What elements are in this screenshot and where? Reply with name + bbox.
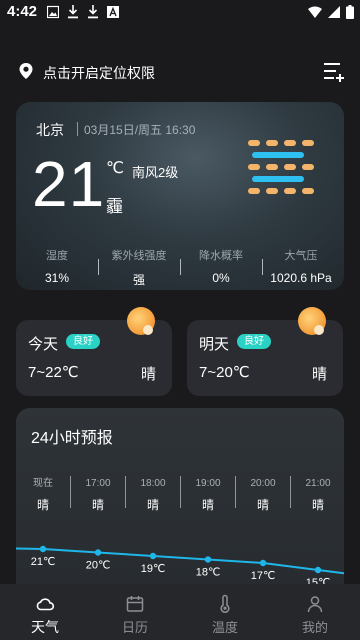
sun-icon [127,307,155,335]
hourly-temperature: 19℃ [141,563,166,575]
stat-precipitation: 降水概率 0% [181,247,261,285]
download-icon [88,5,98,19]
wifi-icon [308,6,322,18]
hourly-condition: 晴 [257,498,269,512]
temperature-point [314,566,322,574]
day-condition: 晴 [140,366,156,383]
weather-stats: 湿度 31% 紫外线强度 强 降水概率 0% 大气压 1020.6 hPa [16,247,344,287]
location-permission-prompt[interactable]: 点击开启定位权限 [43,63,155,83]
temperature-point [94,549,102,556]
temperature-point [149,552,157,560]
sun-icon [298,307,326,335]
nav-weather[interactable]: 天气 [0,584,90,640]
divider [77,122,78,136]
hourly-condition: 晴 [147,498,159,512]
location-row[interactable]: 点击开启定位权限 [18,60,344,84]
nav-label: 天气 [31,619,59,635]
download-icon [68,5,78,19]
temperature-point [259,559,267,567]
air-quality-badge: 良好 [237,334,271,349]
status-time: 4:42 [7,3,38,20]
hourly-condition: 晴 [202,498,214,512]
temperature-range: 7~22℃ [28,364,79,381]
hourly-time: 19:00 [195,478,220,489]
stat-value: 强 [132,273,145,287]
city-name: 北京 [36,122,64,138]
stat-label: 湿度 [46,250,68,262]
hourly-temperature: 17℃ [251,570,276,582]
thermometer-icon [220,594,230,613]
profile-icon [307,596,323,613]
nav-label: 我的 [301,620,328,635]
current-temperature: 21 [32,148,106,220]
air-quality-badge: 良好 [66,334,100,349]
stat-uv: 紫外线强度 强 [99,247,179,288]
temperature-point [204,556,212,563]
stat-humidity: 湿度 31% [17,247,97,285]
update-datetime: 03月15日/周五 16:30 [84,123,196,137]
hourly-time: 现在 [33,477,53,489]
today-forecast-card[interactable]: 今天 良好 7~22℃ 晴 [16,307,172,396]
calendar-icon [126,596,144,612]
battery-icon [346,5,354,19]
hourly-time: 18:00 [140,478,165,489]
day-title: 明天 [199,336,230,353]
hourly-temperature: 21℃ [31,556,56,568]
hourly-time: 21:00 [305,478,330,489]
hourly-time: 20:00 [250,478,275,489]
stat-label: 降水概率 [199,250,243,262]
stat-value: 0% [212,271,230,285]
tomorrow-forecast-card[interactable]: 明天 良好 7~20℃ 晴 [187,307,343,396]
nav-label: 日历 [121,620,148,635]
nav-calendar[interactable]: 日历 [90,584,180,640]
location-pin-icon [19,63,33,79]
temperature-range: 7~20℃ [199,364,250,381]
haze-icon [248,140,314,194]
nav-mine[interactable]: 我的 [270,584,360,640]
day-condition: 晴 [311,366,327,383]
hourly-condition: 晴 [37,498,49,512]
add-city-button[interactable] [322,60,344,82]
hourly-temperature: 20℃ [86,560,111,572]
current-weather-card: 北京 03月15日/周五 16:30 21 ℃ 南风2级 霾 湿度 31% 紫外… [16,102,344,290]
nav-temperature[interactable]: 温度 [180,584,270,640]
stat-value: 31% [44,271,70,285]
status-bar: 4:42 [0,0,360,24]
hourly-time: 17:00 [85,478,110,489]
stat-label: 紫外线强度 [111,250,167,262]
stat-value: 1020.6 hPa [270,271,332,285]
bottom-navigation: 天气 日历 温度 我的 [0,584,360,640]
stat-pressure: 大气压 1020.6 hPa [261,247,341,285]
hourly-condition: 晴 [92,498,104,512]
temperature-curve [16,547,344,575]
temperature-unit: ℃ [106,160,124,177]
cloud-icon [36,598,55,611]
cellular-signal-icon [328,6,340,18]
hourly-condition: 晴 [312,498,324,512]
temperature-point [39,545,47,553]
gallery-icon [47,5,59,19]
nav-label: 温度 [211,620,238,635]
weather-condition: 霾 [106,197,123,216]
stat-label: 大气压 [284,250,318,262]
day-title: 今天 [28,336,59,353]
wind-info: 南风2级 [132,165,179,180]
hourly-temperature: 18℃ [196,567,221,579]
app-icon [107,6,119,18]
